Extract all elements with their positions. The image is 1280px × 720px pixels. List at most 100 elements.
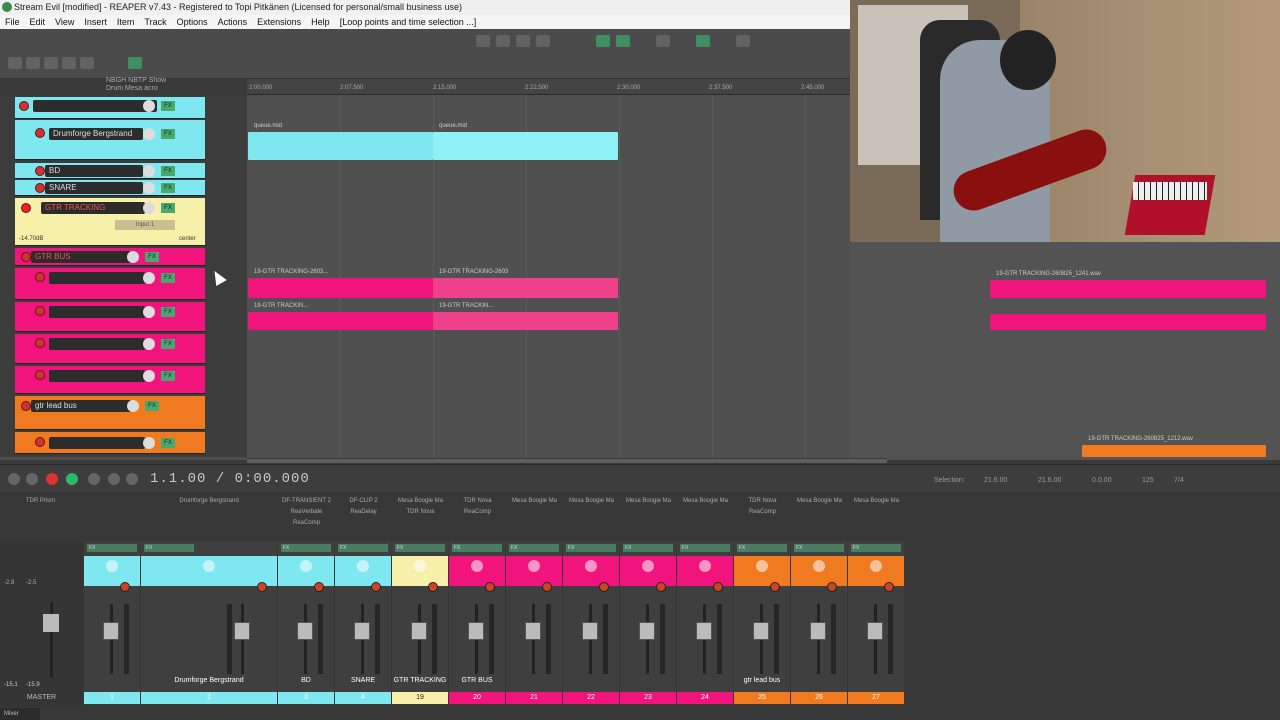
go-to-start-icon[interactable] xyxy=(8,473,20,485)
fx-button[interactable]: FX xyxy=(737,544,787,552)
menu-edit[interactable]: Edit xyxy=(25,15,51,29)
pan-knob[interactable] xyxy=(106,560,118,572)
fx-button[interactable]: FX xyxy=(338,544,388,552)
track-23[interactable]: FX xyxy=(15,334,205,364)
volume-knob[interactable] xyxy=(143,370,155,382)
track-19[interactable]: GTR TRACKING FX -14.70dB Input 1 center xyxy=(15,198,205,246)
track-3[interactable]: BD FX xyxy=(15,163,205,179)
fx-button[interactable]: FX xyxy=(161,101,175,111)
track-26[interactable]: FX xyxy=(15,432,205,454)
fx-button[interactable]: FX xyxy=(144,544,194,552)
fx-button[interactable]: FX xyxy=(566,544,616,552)
volume-fader[interactable] xyxy=(297,622,313,640)
snap-icon[interactable] xyxy=(496,35,510,47)
record-arm-button[interactable] xyxy=(35,437,45,447)
pan-knob[interactable] xyxy=(414,560,426,572)
record-arm-button[interactable] xyxy=(35,183,45,193)
menu-help[interactable]: Help xyxy=(306,15,335,29)
record-button[interactable] xyxy=(46,473,58,485)
save-project-icon[interactable] xyxy=(44,57,58,69)
pan-knob[interactable] xyxy=(870,560,882,572)
track-name[interactable]: gtr lead bus xyxy=(31,400,131,412)
volume-fader[interactable] xyxy=(810,622,826,640)
menu-track[interactable]: Track xyxy=(139,15,171,29)
master-fader[interactable] xyxy=(43,614,59,632)
record-arm-button[interactable] xyxy=(35,370,45,380)
fx-button[interactable]: FX xyxy=(161,183,175,193)
menu-loop-points[interactable]: [Loop points and time selection ...] xyxy=(335,15,482,29)
record-arm-button[interactable] xyxy=(314,582,324,592)
scrollbar-thumb[interactable] xyxy=(247,459,887,463)
stop-button[interactable] xyxy=(108,473,120,485)
audio-clip[interactable] xyxy=(990,314,1266,330)
volume-fader[interactable] xyxy=(468,622,484,640)
track-name[interactable]: GTR BUS xyxy=(31,251,131,263)
record-arm-button[interactable] xyxy=(35,272,45,282)
record-arm-button[interactable] xyxy=(21,252,31,262)
selection-end[interactable]: 21.6.00 xyxy=(1038,477,1061,484)
track-22[interactable]: FX xyxy=(15,302,205,332)
fx-button[interactable]: FX xyxy=(161,307,175,317)
fx-button[interactable]: FX xyxy=(161,129,175,139)
auto-crossfade-icon[interactable] xyxy=(616,35,630,47)
fx-button[interactable]: FX xyxy=(161,339,175,349)
play-button[interactable] xyxy=(66,473,78,485)
selection-start[interactable]: 21.6.00 xyxy=(984,477,1007,484)
selection-length[interactable]: 0.0.00 xyxy=(1092,477,1111,484)
audio-clip[interactable]: 19-GTR TRACKING-260825_1241.wav xyxy=(990,271,1266,298)
pan-knob[interactable] xyxy=(357,560,369,572)
envelope-icon[interactable] xyxy=(536,35,550,47)
record-arm-button[interactable] xyxy=(827,582,837,592)
lock-settings-icon[interactable] xyxy=(736,35,750,47)
volume-knob[interactable] xyxy=(143,338,155,350)
repeat-button[interactable] xyxy=(88,473,100,485)
fx-button[interactable]: FX xyxy=(794,544,844,552)
track-name[interactable]: SNARE xyxy=(45,182,143,194)
track-name[interactable]: BD xyxy=(45,165,143,177)
volume-fader[interactable] xyxy=(582,622,598,640)
open-project-icon[interactable] xyxy=(26,57,40,69)
menu-actions[interactable]: Actions xyxy=(213,15,253,29)
track-name[interactable]: Drumforge Bergstrand xyxy=(49,128,143,140)
trim-icon[interactable] xyxy=(696,35,710,47)
track-name[interactable] xyxy=(49,437,145,449)
grouping-icon[interactable] xyxy=(656,35,670,47)
pan-knob[interactable] xyxy=(813,560,825,572)
fx-button[interactable]: FX xyxy=(851,544,901,552)
volume-fader[interactable] xyxy=(525,622,541,640)
track-1[interactable]: FX xyxy=(15,97,205,119)
record-arm-button[interactable] xyxy=(485,582,495,592)
midi-clip[interactable]: queue.mid xyxy=(433,123,618,160)
pan-knob[interactable] xyxy=(756,560,768,572)
volume-knob[interactable] xyxy=(143,437,155,449)
record-arm-button[interactable] xyxy=(428,582,438,592)
volume-fader[interactable] xyxy=(234,622,250,640)
volume-knob[interactable] xyxy=(143,128,155,140)
record-arm-button[interactable] xyxy=(35,306,45,316)
pan-knob[interactable] xyxy=(528,560,540,572)
pan-knob[interactable] xyxy=(300,560,312,572)
pan-knob[interactable] xyxy=(203,560,215,572)
fx-button[interactable]: FX xyxy=(87,544,137,552)
volume-fader[interactable] xyxy=(411,622,427,640)
record-arm-button[interactable] xyxy=(21,401,31,411)
volume-fader[interactable] xyxy=(354,622,370,640)
track-4[interactable]: SNARE FX xyxy=(15,180,205,196)
record-arm-button[interactable] xyxy=(656,582,666,592)
volume-knob[interactable] xyxy=(143,100,155,112)
fx-button[interactable]: FX xyxy=(161,438,175,448)
track-20[interactable]: GTR BUS FX xyxy=(15,248,205,266)
track-name[interactable]: GTR TRACKING xyxy=(41,202,145,214)
track-25[interactable]: gtr lead bus FX xyxy=(15,396,205,430)
volume-knob[interactable] xyxy=(143,306,155,318)
track-name[interactable] xyxy=(49,338,145,350)
pause-button[interactable] xyxy=(126,473,138,485)
audio-clip[interactable]: 19-GTR TRACKING-2603 xyxy=(433,269,618,298)
volume-fader[interactable] xyxy=(696,622,712,640)
menu-extensions[interactable]: Extensions xyxy=(252,15,306,29)
fx-button[interactable]: FX xyxy=(281,544,331,552)
lock-icon[interactable] xyxy=(596,35,610,47)
volume-knob[interactable] xyxy=(143,182,155,194)
record-arm-button[interactable] xyxy=(120,582,130,592)
audio-clip[interactable]: 19-GTR TRACKING-260825_1212.wav xyxy=(1082,436,1266,457)
